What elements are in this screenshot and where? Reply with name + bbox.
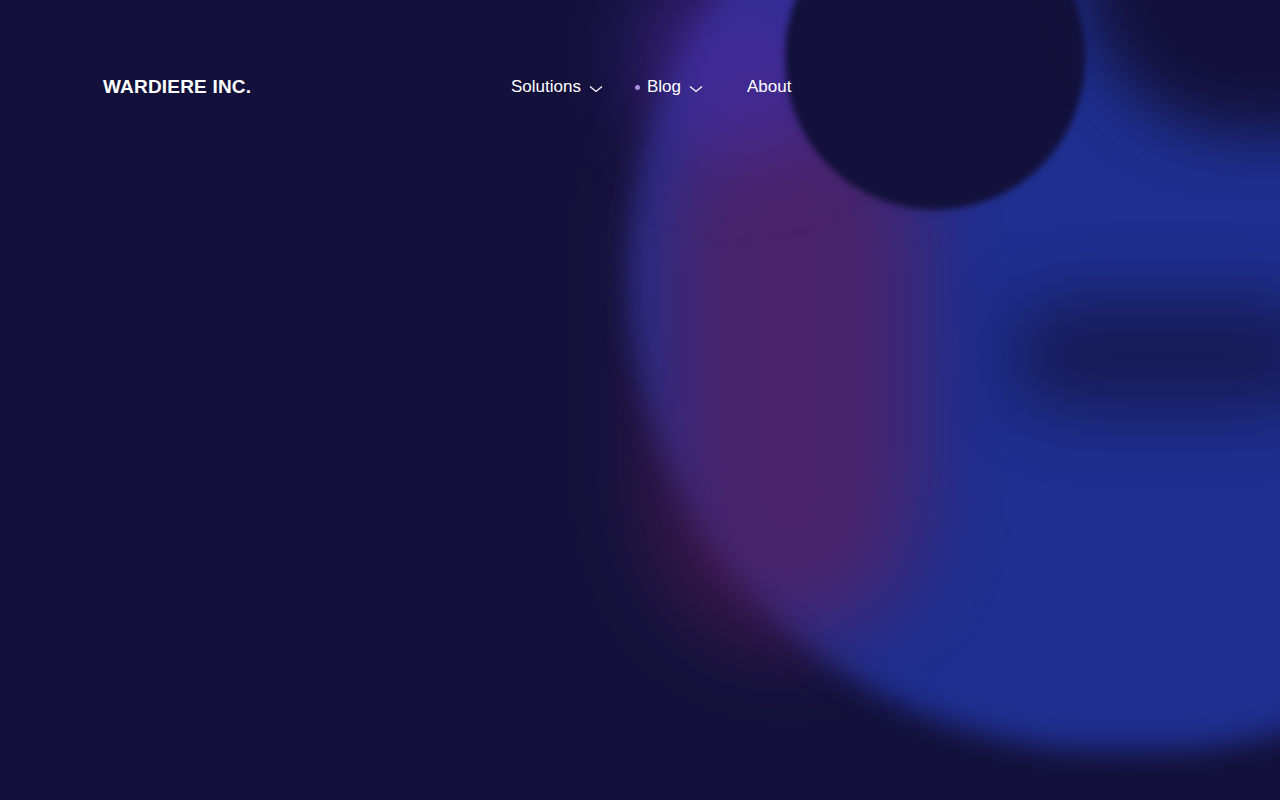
landing-page: WARDIERE INC.Solutions Blog About [0, 0, 1280, 800]
site-header: WARDIERE INC.Solutions Blog About [0, 0, 1280, 100]
nav-item[interactable]: Blog [647, 74, 703, 100]
nav-item[interactable]: About [747, 74, 791, 100]
brand-logo[interactable]: WARDIERE INC. [103, 74, 511, 100]
active-dot [635, 85, 640, 90]
main-nav: Solutions Blog About [511, 74, 791, 100]
chevron-down-icon [689, 85, 703, 93]
chevron-down-icon [589, 85, 603, 93]
nav-item[interactable]: Solutions [511, 74, 603, 100]
hero-art [0, 0, 1280, 800]
